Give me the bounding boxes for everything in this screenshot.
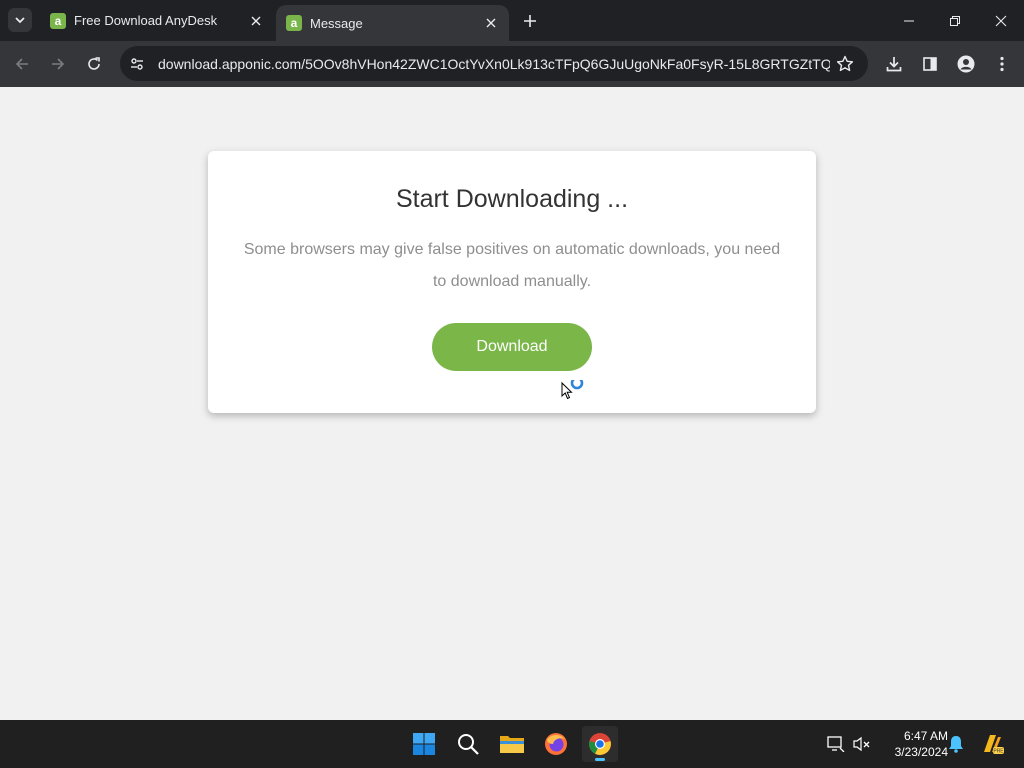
search-icon bbox=[458, 734, 479, 755]
minimize-icon bbox=[904, 20, 914, 21]
url-text[interactable]: download.apponic.com/5OOv8hVHon42ZWC1Oct… bbox=[158, 56, 830, 72]
forward-button[interactable] bbox=[44, 50, 72, 78]
tab-message[interactable]: a Message bbox=[276, 5, 509, 41]
copilot-icon: PRE bbox=[984, 735, 1004, 755]
close-tab-icon[interactable] bbox=[483, 15, 499, 31]
avatar-icon bbox=[957, 55, 975, 73]
chevron-down-icon bbox=[15, 17, 25, 24]
reload-button[interactable] bbox=[80, 50, 108, 78]
browser-menu-button[interactable] bbox=[988, 50, 1016, 78]
tab-title: Free Download AnyDesk bbox=[74, 13, 218, 28]
restore-icon bbox=[950, 15, 960, 26]
network-tray-button[interactable] bbox=[826, 734, 846, 754]
firefox-button[interactable] bbox=[538, 726, 574, 762]
file-explorer-button[interactable] bbox=[494, 726, 530, 762]
tab-strip: a Free Download AnyDesk a Message bbox=[0, 0, 1024, 41]
volume-tray-button[interactable] bbox=[852, 734, 872, 754]
start-button[interactable] bbox=[406, 726, 442, 762]
file-explorer-icon bbox=[500, 736, 524, 753]
download-button[interactable]: Download bbox=[432, 323, 592, 371]
copilot-button[interactable]: PRE bbox=[980, 732, 1004, 756]
tune-icon bbox=[131, 57, 143, 70]
tab-free-download-anydesk[interactable]: a Free Download AnyDesk bbox=[40, 5, 274, 36]
close-tab-icon[interactable] bbox=[248, 13, 264, 29]
download-icon bbox=[886, 57, 902, 72]
clock-date: 3/23/2024 bbox=[894, 745, 948, 759]
back-button[interactable] bbox=[8, 50, 36, 78]
profile-button[interactable] bbox=[952, 50, 980, 78]
tab-search-button[interactable] bbox=[8, 8, 32, 32]
chrome-button[interactable] bbox=[582, 726, 618, 762]
star-icon bbox=[836, 55, 854, 71]
svg-text:PRE: PRE bbox=[993, 749, 1004, 755]
download-card: Start Downloading ... Some browsers may … bbox=[208, 151, 816, 413]
start-icon bbox=[413, 733, 435, 755]
side-panel-icon bbox=[923, 57, 937, 71]
chrome-icon bbox=[589, 733, 611, 755]
apponic-favicon-icon: a bbox=[50, 12, 66, 29]
more-vertical-icon bbox=[1000, 56, 1004, 72]
address-bar[interactable]: download.apponic.com/5OOv8hVHon42ZWC1Oct… bbox=[120, 46, 868, 81]
plus-icon bbox=[524, 15, 536, 27]
bookmark-button[interactable] bbox=[830, 49, 860, 79]
side-panel-button[interactable] bbox=[916, 50, 944, 78]
close-icon bbox=[995, 15, 1007, 26]
firefox-icon bbox=[545, 733, 567, 755]
browser-toolbar: download.apponic.com/5OOv8hVHon42ZWC1Oct… bbox=[0, 41, 1024, 87]
windows-taskbar: 6:47 AM 3/23/2024 PRE bbox=[0, 720, 1024, 768]
download-message: Some browsers may give false positives o… bbox=[243, 241, 781, 290]
network-icon bbox=[827, 736, 845, 752]
notifications-button[interactable] bbox=[946, 734, 966, 754]
restore-button[interactable] bbox=[932, 0, 978, 41]
bell-icon bbox=[949, 736, 963, 753]
volume-muted-icon bbox=[853, 736, 870, 752]
arrow-right-icon bbox=[52, 58, 65, 70]
downloads-button[interactable] bbox=[880, 50, 908, 78]
system-clock[interactable]: 6:47 AM 3/23/2024 bbox=[878, 728, 948, 760]
page-title: Start Downloading ... bbox=[395, 185, 629, 213]
tab-title: Message bbox=[310, 15, 363, 31]
arrow-left-icon bbox=[15, 58, 28, 70]
taskbar-search-button[interactable] bbox=[450, 726, 486, 762]
clock-time: 6:47 AM bbox=[903, 729, 948, 743]
apponic-favicon-icon: a bbox=[286, 15, 302, 31]
reload-icon bbox=[88, 57, 100, 70]
close-window-button[interactable] bbox=[978, 0, 1024, 41]
new-tab-button[interactable] bbox=[519, 10, 541, 32]
page-viewport: Start Downloading ... Some browsers may … bbox=[0, 87, 1024, 720]
busy-cursor-icon bbox=[561, 380, 584, 400]
site-info-button[interactable] bbox=[124, 51, 150, 77]
minimize-button[interactable] bbox=[886, 0, 932, 41]
